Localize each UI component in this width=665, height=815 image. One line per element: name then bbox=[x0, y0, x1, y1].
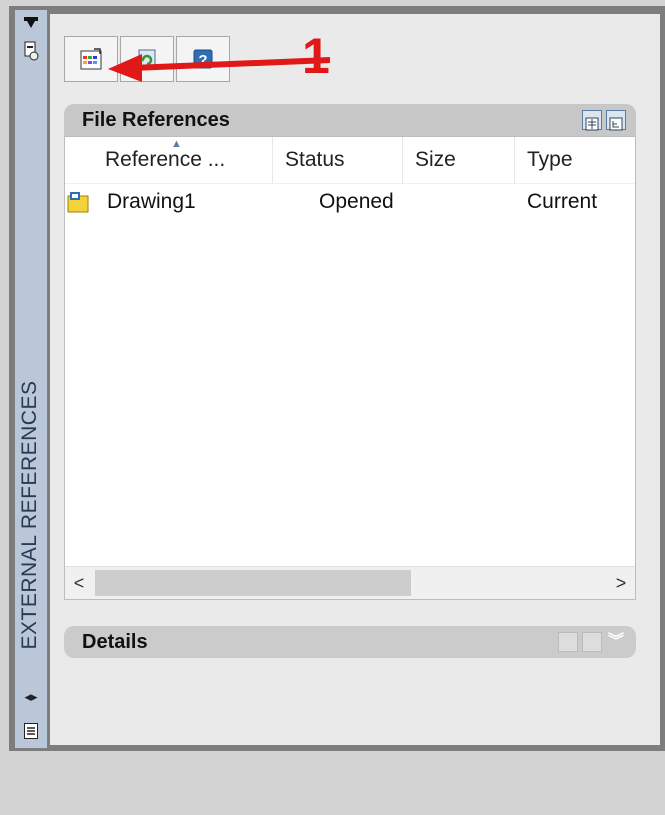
column-header-status[interactable]: Status bbox=[273, 137, 403, 183]
details-header[interactable]: Details ︾ bbox=[64, 626, 636, 658]
row-name: Drawing1 bbox=[107, 190, 196, 213]
sort-ascending-icon: ▲ bbox=[171, 138, 182, 150]
column-headers: ▲ Reference ... Status Size Type bbox=[65, 137, 635, 184]
scrollbar-thumb[interactable] bbox=[95, 570, 411, 596]
file-references-title: File References bbox=[82, 109, 230, 131]
auto-hide-pin-icon[interactable] bbox=[23, 16, 39, 30]
scroll-right-button[interactable]: > bbox=[607, 567, 635, 599]
drawing-file-icon bbox=[67, 192, 89, 213]
column-header-label: Type bbox=[527, 148, 573, 171]
palette-menu-icon[interactable] bbox=[23, 722, 39, 740]
scroll-left-button[interactable]: < bbox=[65, 567, 93, 599]
file-references-list[interactable]: ▲ Reference ... Status Size Type Drawing… bbox=[64, 136, 636, 600]
list-view-glyph bbox=[585, 117, 599, 131]
details-title: Details bbox=[82, 631, 148, 653]
preview-icon[interactable] bbox=[582, 632, 602, 652]
annotation-number: 1 bbox=[302, 28, 330, 84]
column-header-label: Size bbox=[415, 148, 456, 171]
column-header-type[interactable]: Type bbox=[515, 137, 637, 183]
tree-view-glyph bbox=[609, 117, 623, 131]
properties-icon[interactable] bbox=[23, 40, 39, 62]
row-status: Opened bbox=[319, 190, 394, 213]
list-view-icon[interactable] bbox=[582, 110, 602, 131]
column-header-reference[interactable]: ▲ Reference ... bbox=[93, 137, 273, 183]
column-header-size[interactable]: Size bbox=[403, 137, 515, 183]
column-header-label: Reference ... bbox=[105, 148, 226, 171]
collapse-chevron-icon[interactable]: ︾ bbox=[606, 632, 626, 652]
table-row[interactable]: Drawing1 Opened Current bbox=[65, 183, 635, 221]
palette-side-strip: EXTERNAL REFERENCES ◂▸ bbox=[15, 10, 47, 748]
column-header-label: Status bbox=[285, 148, 345, 171]
row-type: Current bbox=[527, 190, 598, 213]
external-references-palette: ? 1 File References ▲ Reference ... Stat… bbox=[50, 14, 660, 745]
horizontal-scrollbar[interactable]: < > bbox=[65, 566, 635, 599]
resize-arrows-icon[interactable]: ◂▸ bbox=[23, 690, 39, 704]
details-view-icon[interactable] bbox=[558, 632, 578, 652]
file-references-header[interactable]: File References bbox=[64, 104, 636, 136]
tree-view-icon[interactable] bbox=[606, 110, 626, 131]
